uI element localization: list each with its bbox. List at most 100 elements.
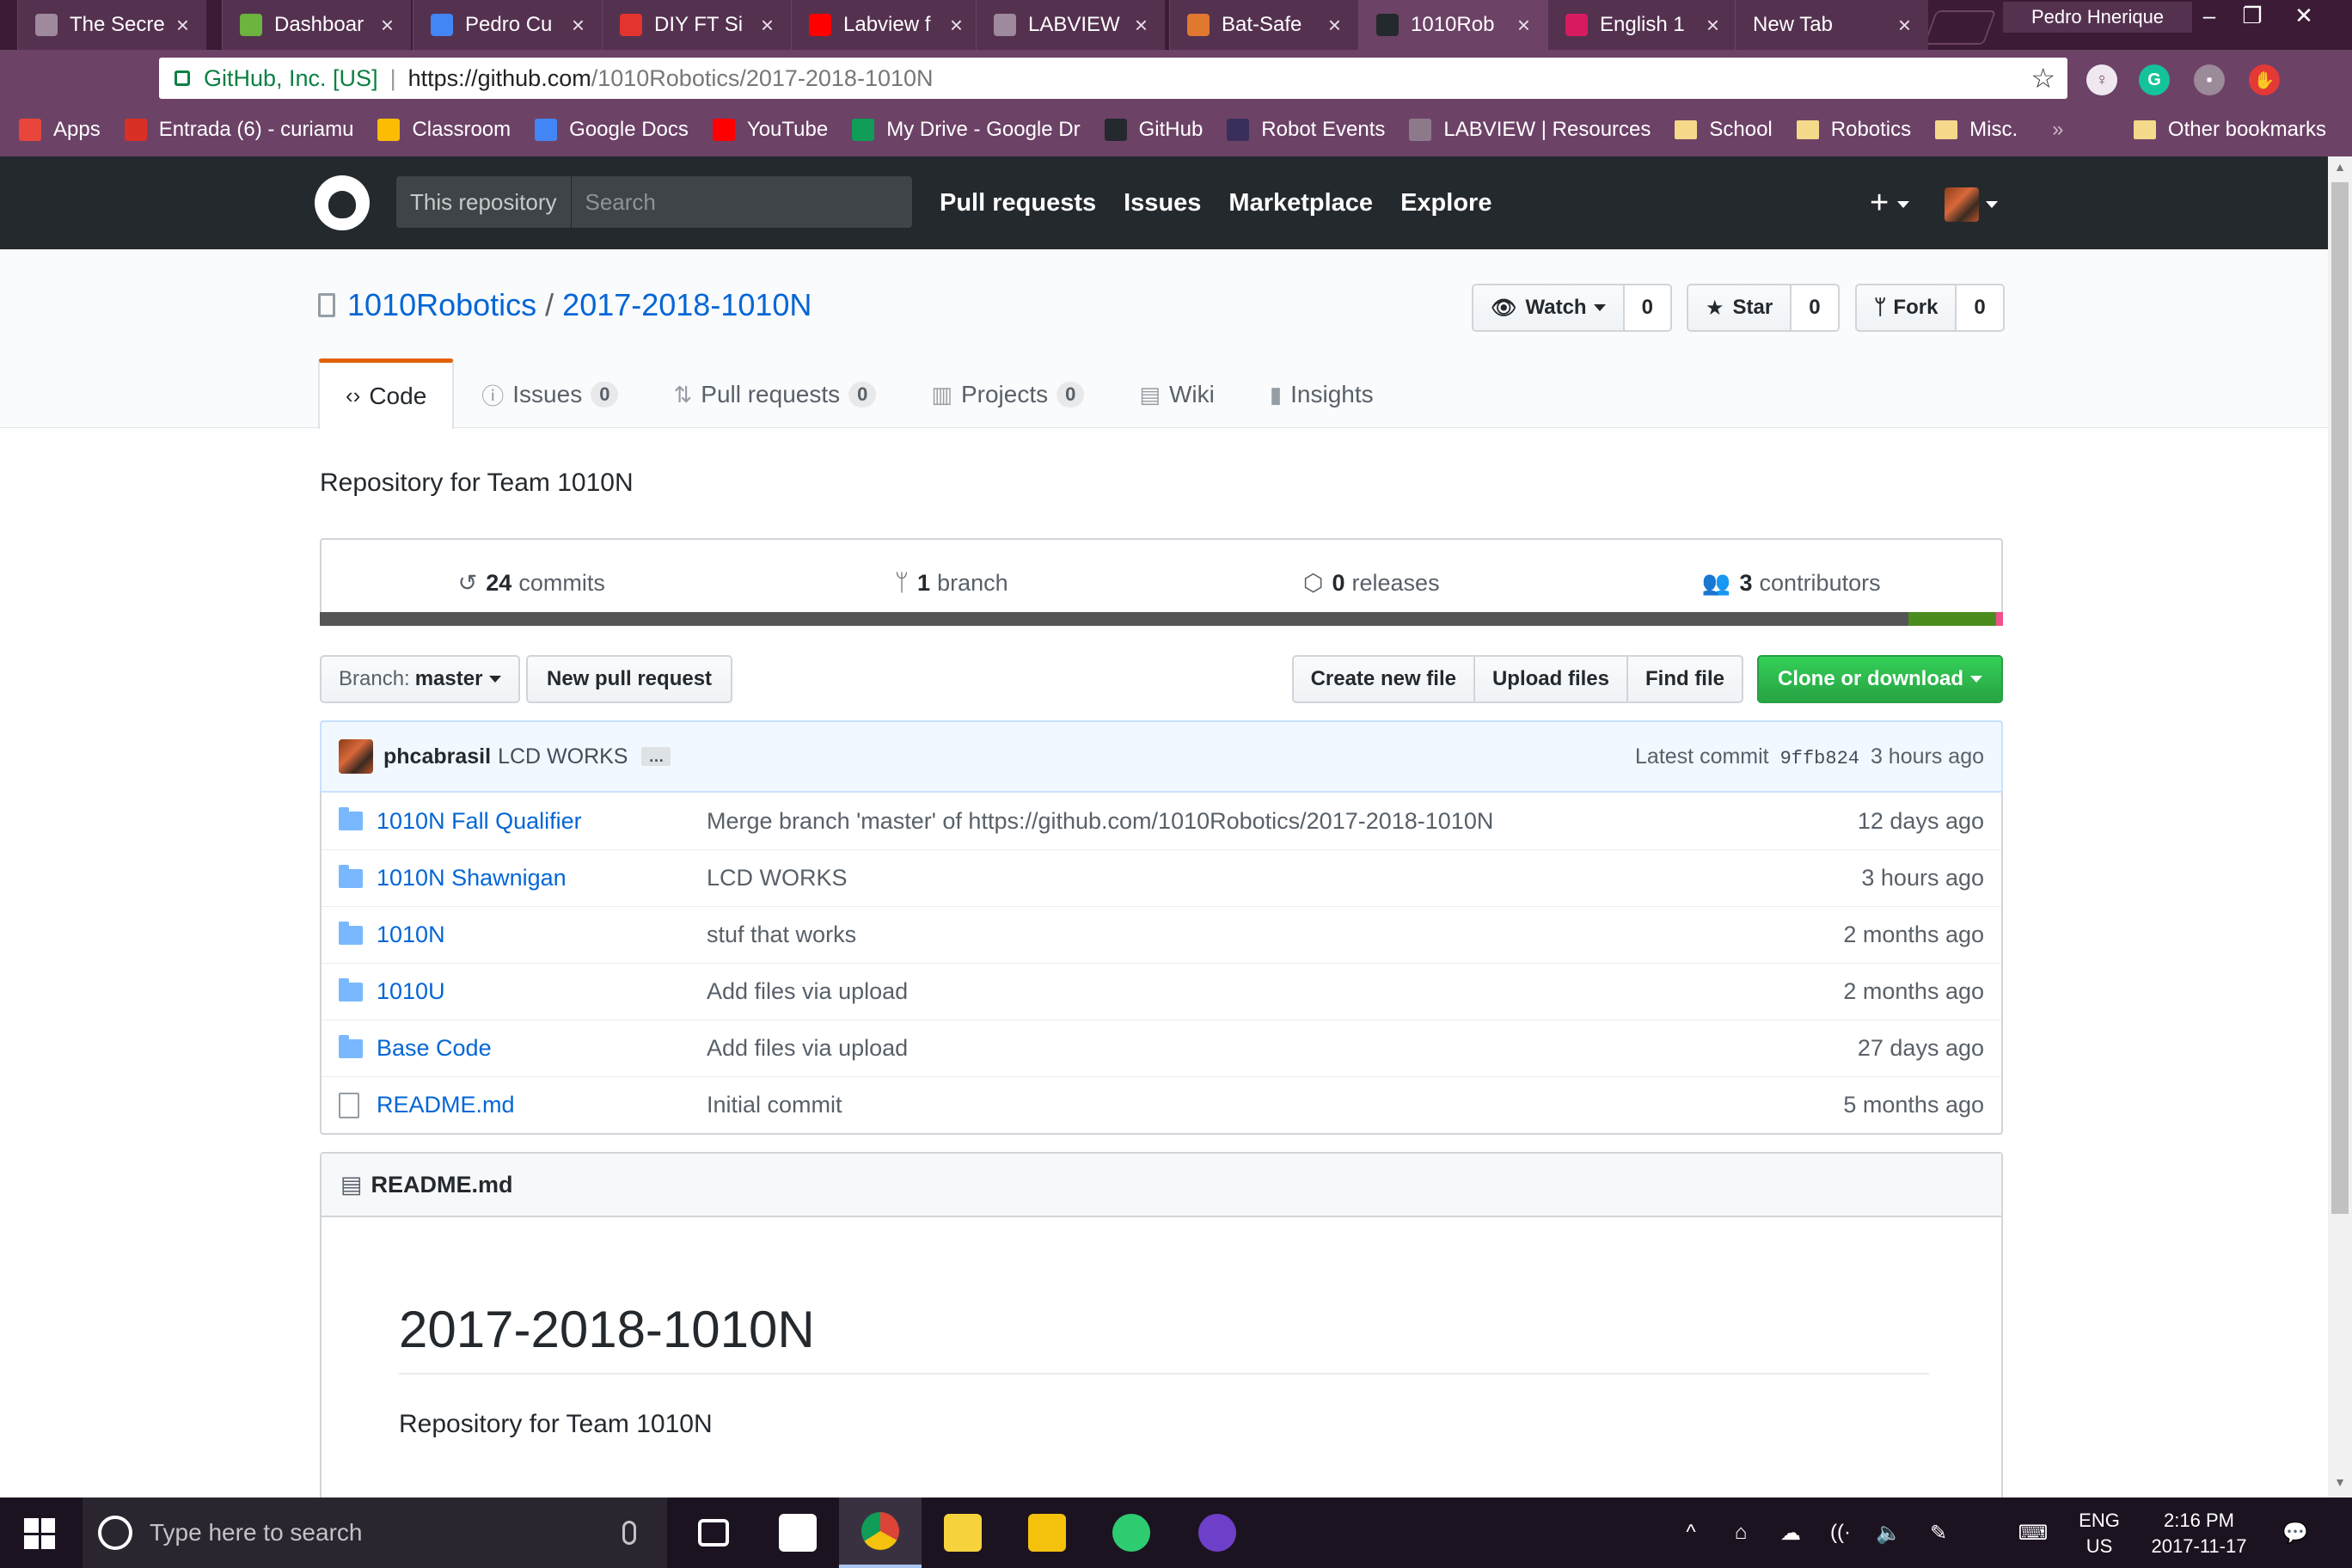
task-view-icon[interactable] [672,1498,755,1568]
browser-tab[interactable]: New Tab × [1735,0,1928,50]
cortana-icon[interactable] [98,1516,132,1550]
new-tab-button[interactable] [1923,10,1997,45]
browser-tab[interactable]: Dashboar × [222,0,411,50]
taskbar-search-box[interactable]: Type here to search [83,1498,667,1568]
upload-files-button[interactable]: Upload files [1473,655,1628,703]
input-language[interactable]: ENG US [2073,1508,2125,1559]
page-scrollbar[interactable]: ▲ ▼ [2328,156,2352,1498]
minimize-button[interactable]: – [2188,0,2231,31]
bookmark-star-icon[interactable]: ☆ [2030,62,2055,95]
language-bar[interactable] [320,612,2003,626]
bookmark-1[interactable]: Entrada (6) - curiamu [124,118,353,142]
close-icon[interactable]: × [572,12,585,39]
commit-sha-link[interactable]: 9ffb824 [1780,748,1859,769]
file-name-link[interactable]: 1010U [377,978,707,1005]
repo-name-link[interactable]: 2017-2018-1010N [562,287,812,323]
file-name-link[interactable]: Base Code [377,1035,707,1062]
close-icon[interactable]: × [1328,12,1341,39]
expand-commit-button[interactable]: … [641,747,671,766]
browser-tab[interactable]: The Secre × [17,0,206,50]
branch-select-button[interactable]: Branch: master [320,655,521,703]
address-bar[interactable]: GitHub, Inc. [US] | https://github.com/1… [159,58,2067,99]
browser-tab[interactable]: Pedro Cu × [413,0,602,50]
profile-button[interactable]: Pedro Hnerique [2003,2,2192,33]
user-avatar[interactable] [1945,187,1979,222]
file-name-link[interactable]: README.md [377,1092,707,1118]
tab-insights[interactable]: ▮ Insights [1242,358,1401,429]
file-commit-message-link[interactable]: Initial commit [707,1092,842,1118]
file-commit-message-link[interactable]: stuf that works [707,922,856,948]
tab-code[interactable]: ‹› Code [318,358,455,429]
file-commit-message-link[interactable]: Merge branch 'master' of https://github.… [707,808,1493,835]
close-icon[interactable]: × [1706,12,1719,39]
star-button[interactable]: ★ Star [1687,284,1792,332]
create-new-menu[interactable]: + [1870,187,1910,219]
github-desktop-icon[interactable] [1176,1498,1259,1568]
bookmark-11[interactable]: Misc. [1935,118,2018,142]
github-logo-icon[interactable] [315,175,370,230]
tray-icon-4[interactable]: 🔈 [1867,1498,1910,1568]
tray-icon-0[interactable]: ^ [1669,1498,1712,1568]
nav-pull-requests[interactable]: Pull requests [940,189,1096,217]
create-new-file-button[interactable]: Create new file [1291,655,1475,703]
close-window-button[interactable]: ✕ [2282,0,2325,31]
tab-projects[interactable]: ▥ Projects 0 [903,358,1112,429]
nav-marketplace[interactable]: Marketplace [1228,189,1373,217]
commit-message-link[interactable]: LCD WORKS [498,744,628,769]
close-icon[interactable]: × [950,12,963,39]
fork-count[interactable]: 0 [1957,284,2005,332]
repo-owner-link[interactable]: 1010Robotics [347,287,536,323]
grammarly-icon[interactable]: G [2139,64,2170,95]
microphone-icon[interactable] [622,1521,636,1545]
bookmark-7[interactable]: Robot Events [1227,118,1385,142]
tab-issues[interactable]: ⓘ Issues 0 [454,358,646,429]
bookmark-9[interactable]: School [1675,118,1773,142]
browser-tab[interactable]: Bat-Safe × [1169,0,1358,50]
bookmarks-overflow-icon[interactable]: » [2052,118,2063,142]
keep-icon[interactable]: ♀ [2086,64,2117,95]
system-clock[interactable]: 2:16 PM 2017-11-17 [2130,1508,2268,1559]
bookmark-5[interactable]: My Drive - Google Dr [852,118,1081,142]
close-icon[interactable]: × [1517,12,1530,39]
scroll-up-arrow-icon[interactable]: ▲ [2328,160,2352,181]
star-count[interactable]: 0 [1792,284,1840,332]
labview-icon[interactable] [1006,1498,1088,1568]
browser-tab[interactable]: Labview f × [791,0,980,50]
close-icon[interactable]: × [1898,12,1911,39]
chrome-icon[interactable] [839,1498,922,1568]
sticky-notes-icon[interactable] [922,1498,1004,1568]
find-file-button[interactable]: Find file [1626,655,1743,703]
scroll-down-arrow-icon[interactable]: ▼ [2328,1475,2352,1496]
bookmark-8[interactable]: LABVIEW | Resources [1409,118,1651,142]
fork-button[interactable]: ᛘ Fork [1855,284,1957,332]
close-icon[interactable]: × [176,12,189,39]
bookmark-4[interactable]: YouTube [712,118,828,142]
bookmark-6[interactable]: GitHub [1104,118,1203,142]
extension-icon[interactable]: ▪ [2194,64,2225,95]
windows-start-icon[interactable] [24,1518,55,1549]
browser-tab[interactable]: LABVIEW × [976,0,1165,50]
file-name-link[interactable]: 1010N Shawnigan [377,865,707,891]
clone-or-download-button[interactable]: Clone or download [1757,655,2003,703]
file-name-link[interactable]: 1010N Fall Qualifier [377,808,707,835]
adblock-icon[interactable]: ✋ [2249,64,2280,95]
tab-wiki[interactable]: ▤ Wiki [1112,358,1241,429]
restore-button[interactable]: ❐ [2231,0,2274,31]
search-input[interactable] [571,188,898,216]
language-segment[interactable] [1908,612,1997,626]
close-icon[interactable]: × [761,12,774,39]
notifications-icon[interactable]: 💬 [2269,1498,2321,1568]
file-commit-message-link[interactable]: Add files via upload [707,1035,908,1062]
mail-icon[interactable] [756,1498,839,1568]
atom-icon[interactable] [1090,1498,1173,1568]
tray-icon-5[interactable]: ✎ [1917,1498,1960,1568]
browser-tab[interactable]: 1010Rob × [1358,0,1547,50]
browser-tab[interactable]: DIY FT Si × [602,0,791,50]
new-pull-request-button[interactable]: New pull request [526,655,733,703]
language-segment[interactable] [1996,612,2003,626]
file-commit-message-link[interactable]: LCD WORKS [707,865,848,891]
commit-author-link[interactable]: phcabrasil [383,744,491,769]
watch-count[interactable]: 0 [1624,284,1672,332]
tray-icon-2[interactable]: ☁ [1769,1498,1812,1568]
bookmark-10[interactable]: Robotics [1796,118,1911,142]
